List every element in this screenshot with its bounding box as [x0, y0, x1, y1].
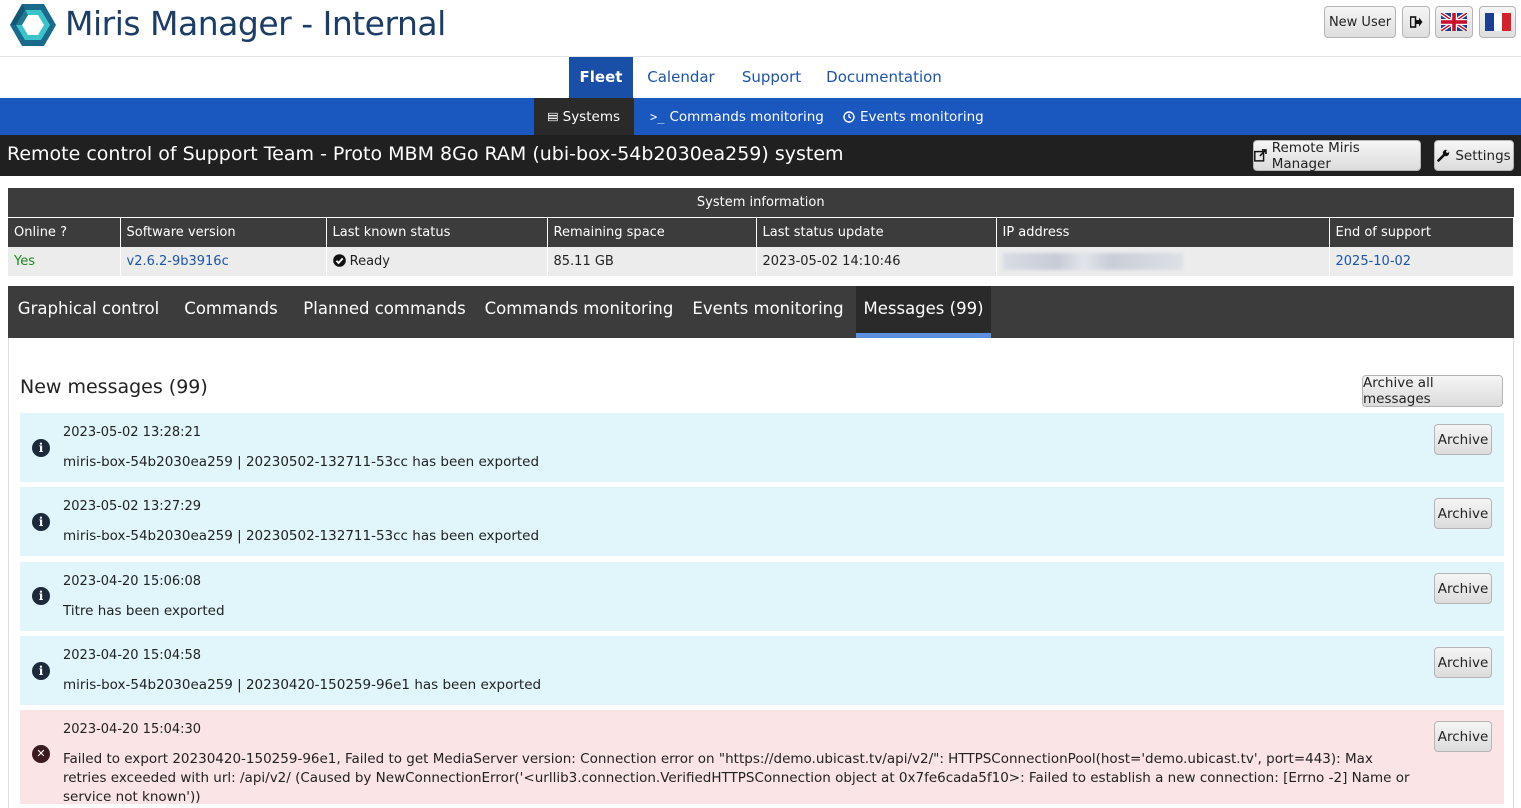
archive-button[interactable]: Archive	[1434, 424, 1492, 455]
info-icon: i	[32, 513, 50, 531]
info-icon: i	[32, 439, 50, 457]
france-flag-icon	[1484, 13, 1511, 31]
message-date: 2023-04-20 15:04:30	[63, 722, 202, 737]
settings-label: Settings	[1455, 147, 1511, 164]
col-software-version: Software version	[120, 217, 327, 247]
main-navigation: Fleet Calendar Support Documentation	[0, 57, 1521, 98]
system-information-caption: System information	[8, 188, 1514, 218]
archive-button[interactable]: Archive	[1434, 721, 1492, 752]
app-title: Miris Manager - Internal	[65, 4, 446, 43]
terminal-icon: >_	[650, 109, 665, 124]
wrench-icon	[1437, 149, 1450, 162]
external-link-icon	[1254, 149, 1267, 162]
english-language-button[interactable]	[1435, 6, 1473, 38]
settings-button[interactable]: Settings	[1434, 140, 1514, 171]
status-value: Ready	[349, 254, 390, 269]
ip-address-value	[996, 247, 1330, 276]
remote-miris-manager-button[interactable]: Remote Miris Manager	[1253, 139, 1421, 172]
end-of-support-link[interactable]: 2025-10-02	[1329, 247, 1514, 276]
redacted-ip	[1002, 253, 1183, 270]
uk-flag-icon	[1441, 13, 1467, 31]
col-remaining-space: Remaining space	[547, 217, 757, 247]
nav-calendar[interactable]: Calendar	[640, 57, 722, 98]
message-text: Failed to export 20230420-150259-96e1, F…	[63, 751, 1410, 805]
status-cell: Ready	[326, 247, 548, 276]
message-text: miris-box-54b2030ea259 | 20230502-132711…	[63, 528, 540, 544]
system-tabs: Graphical control Commands Planned comma…	[8, 286, 1514, 338]
page-title: Remote control of Support Team - Proto M…	[7, 143, 844, 165]
nav-support[interactable]: Support	[734, 57, 809, 98]
error-icon: ✕	[32, 745, 50, 763]
nav-documentation[interactable]: Documentation	[822, 57, 946, 98]
sub-navigation: Systems >_ Commands monitoring Events mo…	[0, 98, 1521, 135]
col-last-status-update: Last status update	[756, 217, 997, 247]
system-information-table: System information Online ? Software ver…	[8, 188, 1514, 276]
archive-button[interactable]: Archive	[1434, 498, 1492, 529]
col-last-known-status: Last known status	[326, 217, 548, 247]
message-text: Titre has been exported	[63, 603, 225, 619]
messages-panel: New messages (99) Archive all messages i…	[8, 338, 1514, 808]
clock-icon	[843, 110, 855, 123]
col-end-of-support: End of support	[1329, 217, 1514, 247]
check-circle-icon	[332, 254, 346, 267]
message-item: i 2023-04-20 15:04:58 miris-box-54b2030e…	[20, 636, 1504, 705]
tab-commands-monitoring[interactable]: Commands monitoring	[476, 286, 682, 338]
subnav-commands-monitoring-label: Commands monitoring	[669, 108, 824, 125]
remote-miris-manager-label: Remote Miris Manager	[1271, 139, 1360, 172]
col-online: Online ?	[8, 217, 121, 247]
french-language-button[interactable]	[1479, 6, 1516, 38]
online-value: Yes	[8, 247, 121, 276]
top-header: Miris Manager - Internal New User	[0, 0, 1521, 57]
info-icon: i	[32, 662, 50, 680]
col-ip-address: IP address	[996, 217, 1330, 247]
tab-graphical-control[interactable]: Graphical control	[8, 286, 169, 338]
tab-planned-commands[interactable]: Planned commands	[293, 286, 476, 338]
server-icon	[548, 112, 558, 121]
message-item: i 2023-04-20 15:06:08 Titre has been exp…	[20, 562, 1504, 631]
messages-title: New messages (99)	[20, 376, 208, 398]
miris-logo-icon	[10, 4, 56, 46]
subnav-systems[interactable]: Systems	[534, 98, 634, 135]
tab-commands[interactable]: Commands	[169, 286, 293, 338]
message-date: 2023-05-02 13:28:21	[63, 425, 202, 440]
system-info-row: Yes v2.6.2-9b3916c Ready 85.11 GB 2023-0…	[8, 247, 1514, 276]
info-icon: i	[32, 587, 50, 605]
sign-out-icon	[1409, 16, 1422, 28]
message-date: 2023-04-20 15:04:58	[63, 648, 202, 663]
subnav-commands-monitoring[interactable]: >_ Commands monitoring	[636, 98, 838, 135]
message-date: 2023-04-20 15:06:08	[63, 574, 202, 589]
nav-fleet[interactable]: Fleet	[569, 57, 633, 98]
archive-all-messages-button[interactable]: Archive all messages	[1362, 375, 1503, 407]
system-title-bar: Remote control of Support Team - Proto M…	[0, 135, 1521, 176]
remaining-space-value: 85.11 GB	[547, 247, 757, 276]
subnav-events-monitoring-label: Events monitoring	[860, 108, 984, 125]
message-text: miris-box-54b2030ea259 | 20230420-150259…	[63, 677, 542, 693]
software-version-link[interactable]: v2.6.2-9b3916c	[120, 247, 327, 276]
last-status-update-value: 2023-05-02 14:10:46	[756, 247, 997, 276]
message-text: miris-box-54b2030ea259 | 20230502-132711…	[63, 454, 540, 470]
message-item-error: ✕ 2023-04-20 15:04:30 Failed to export 2…	[20, 710, 1504, 805]
message-item: i 2023-05-02 13:27:29 miris-box-54b2030e…	[20, 487, 1504, 556]
archive-button[interactable]: Archive	[1434, 647, 1492, 678]
message-date: 2023-05-02 13:27:29	[63, 499, 202, 514]
tab-messages[interactable]: Messages (99)	[856, 286, 991, 338]
tab-events-monitoring[interactable]: Events monitoring	[682, 286, 854, 338]
archive-button[interactable]: Archive	[1434, 573, 1492, 604]
logout-button[interactable]	[1402, 6, 1430, 38]
subnav-systems-label: Systems	[562, 108, 620, 125]
message-item: i 2023-05-02 13:28:21 miris-box-54b2030e…	[20, 413, 1504, 482]
subnav-events-monitoring[interactable]: Events monitoring	[829, 98, 998, 135]
new-user-button[interactable]: New User	[1324, 6, 1396, 38]
